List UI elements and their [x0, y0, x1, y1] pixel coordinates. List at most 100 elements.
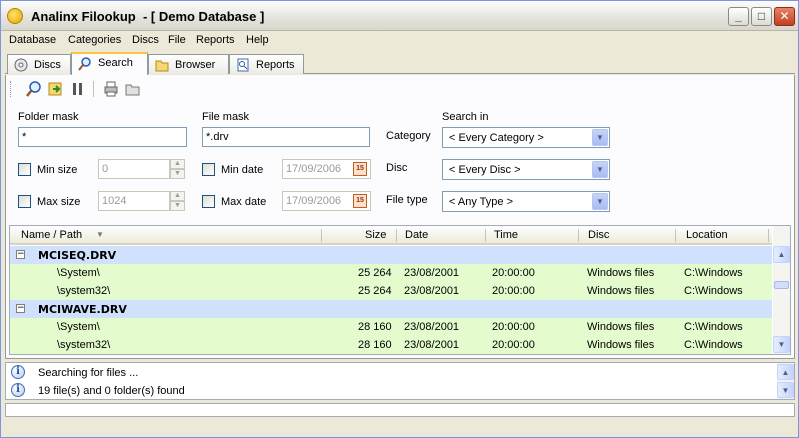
group-filename: MCISEQ.DRV — [38, 249, 117, 262]
table-row[interactable]: \System\ 28 160 23/08/2001 20:00:00 Wind… — [10, 318, 772, 336]
menu-reports[interactable]: Reports — [196, 34, 235, 46]
info-icon: i — [11, 365, 25, 379]
cell-location: C:\Windows — [684, 321, 743, 333]
max-date-checkbox[interactable] — [202, 195, 215, 208]
menu-help[interactable]: Help — [246, 34, 269, 46]
column-date[interactable]: Date — [405, 229, 428, 241]
maximize-button[interactable]: □ — [751, 7, 772, 26]
table-row[interactable]: \system32\ 28 160 23/08/2001 20:00:00 Wi… — [10, 336, 772, 354]
app-logo-icon — [7, 8, 23, 24]
print-icon[interactable] — [102, 80, 120, 98]
table-row[interactable]: \system32\ 25 264 23/08/2001 20:00:00 Wi… — [10, 282, 772, 300]
disc-label: Disc — [386, 162, 408, 174]
cell-size: 25 264 — [358, 285, 392, 297]
cell-path: \system32\ — [57, 285, 111, 297]
column-location[interactable]: Location — [686, 229, 728, 241]
tab-label: Reports — [256, 59, 295, 71]
column-divider[interactable] — [578, 229, 579, 242]
max-size-checkbox[interactable] — [18, 195, 31, 208]
file-type-value: < Any Type > — [449, 196, 514, 208]
tab-reports[interactable]: Reports — [229, 54, 304, 74]
column-divider[interactable] — [675, 229, 676, 242]
open-folder-icon[interactable] — [124, 80, 142, 98]
min-size-input[interactable]: 0 — [98, 159, 170, 179]
cell-time: 20:00:00 — [492, 285, 535, 297]
log-panel: i Searching for files ... i 19 file(s) a… — [5, 362, 795, 400]
collapse-icon[interactable]: − — [16, 304, 25, 313]
tab-browser[interactable]: Browser — [148, 54, 229, 74]
cell-disc: Windows files — [587, 285, 655, 297]
min-size-checkbox[interactable] — [18, 163, 31, 176]
close-button[interactable]: ✕ — [774, 7, 795, 26]
menu-discs[interactable]: Discs — [132, 34, 159, 46]
disc-value: < Every Disc > — [449, 164, 521, 176]
file-type-select[interactable]: < Any Type > ▼ — [442, 191, 610, 212]
magnifier-icon — [78, 57, 91, 71]
cell-date: 23/08/2001 — [404, 339, 460, 351]
cell-path: \System\ — [57, 321, 100, 333]
min-size-spinner[interactable]: ▲ ▼ — [170, 159, 185, 179]
cell-time: 20:00:00 — [492, 339, 535, 351]
max-size-spinner[interactable]: ▲ ▼ — [170, 191, 185, 211]
tab-search[interactable]: Search — [71, 52, 148, 75]
min-date-checkbox[interactable] — [202, 163, 215, 176]
column-divider[interactable] — [396, 229, 397, 242]
log-text: 19 file(s) and 0 folder(s) found — [38, 385, 185, 397]
folder-icon — [155, 60, 169, 72]
scroll-down-icon[interactable]: ▼ — [777, 382, 794, 398]
column-size[interactable]: Size — [365, 229, 386, 241]
info-icon: i — [11, 383, 25, 397]
results-grid: Name / Path ▼ Size Date Time Disc Locati… — [9, 225, 791, 355]
scroll-down-icon[interactable]: ▼ — [773, 336, 790, 353]
column-name-path[interactable]: Name / Path — [21, 229, 82, 241]
folder-mask-input[interactable]: * — [18, 127, 187, 147]
max-date-label: Max date — [221, 196, 267, 208]
category-select[interactable]: < Every Category > ▼ — [442, 127, 610, 148]
tab-discs[interactable]: Discs — [7, 54, 71, 74]
calendar-icon[interactable]: 15 — [353, 194, 367, 208]
menu-file[interactable]: File — [168, 34, 186, 46]
scroll-up-icon[interactable]: ▲ — [773, 246, 790, 263]
grid-header: Name / Path ▼ Size Date Time Disc Locati… — [10, 226, 772, 245]
cell-size: 28 160 — [358, 339, 392, 351]
cell-location: C:\Windows — [684, 285, 743, 297]
calendar-icon[interactable]: 15 — [353, 162, 367, 176]
menu-categories[interactable]: Categories — [68, 34, 121, 46]
column-divider[interactable] — [485, 229, 486, 242]
toolbar-grip[interactable] — [10, 81, 13, 97]
column-divider[interactable] — [768, 229, 769, 242]
log-entry: i 19 file(s) and 0 folder(s) found — [6, 382, 776, 400]
file-mask-label: File mask — [202, 111, 250, 123]
menu-database[interactable]: Database — [9, 34, 56, 46]
group-row[interactable]: − MCIWAVE.DRV — [10, 300, 772, 318]
scroll-up-icon[interactable]: ▲ — [777, 364, 794, 380]
chevron-down-icon[interactable]: ▼ — [592, 129, 608, 146]
group-row[interactable]: − MCISEQ.DRV — [10, 246, 772, 264]
pause-icon[interactable] — [69, 80, 87, 98]
collapse-icon[interactable]: − — [16, 250, 25, 259]
column-disc[interactable]: Disc — [588, 229, 609, 241]
tab-label: Search — [98, 57, 133, 69]
log-scrollbar[interactable]: ▲ ▼ — [777, 363, 794, 399]
column-divider[interactable] — [321, 229, 322, 242]
file-mask-input[interactable]: *.drv — [202, 127, 370, 147]
column-time[interactable]: Time — [494, 229, 518, 241]
cell-time: 20:00:00 — [492, 321, 535, 333]
grid-scrollbar[interactable]: ▲ ▼ — [773, 226, 790, 354]
category-value: < Every Category > — [449, 132, 544, 144]
minimize-button[interactable]: _ — [728, 7, 749, 26]
tab-label: Discs — [34, 59, 61, 71]
max-size-input[interactable]: 1024 — [98, 191, 170, 211]
scroll-thumb[interactable] — [774, 281, 789, 289]
search-next-icon[interactable] — [47, 80, 65, 98]
cell-disc: Windows files — [587, 339, 655, 351]
disc-icon — [14, 58, 28, 72]
chevron-down-icon[interactable]: ▼ — [592, 161, 608, 178]
cell-disc: Windows files — [587, 267, 655, 279]
chevron-down-icon[interactable]: ▼ — [592, 193, 608, 210]
search-start-icon[interactable] — [25, 80, 43, 98]
disc-select[interactable]: < Every Disc > ▼ — [442, 159, 610, 180]
title-bar[interactable]: Analinx Filookup - [ Demo Database ] _ □… — [1, 1, 798, 31]
folder-mask-label: Folder mask — [18, 111, 79, 123]
table-row[interactable]: \System\ 25 264 23/08/2001 20:00:00 Wind… — [10, 264, 772, 282]
